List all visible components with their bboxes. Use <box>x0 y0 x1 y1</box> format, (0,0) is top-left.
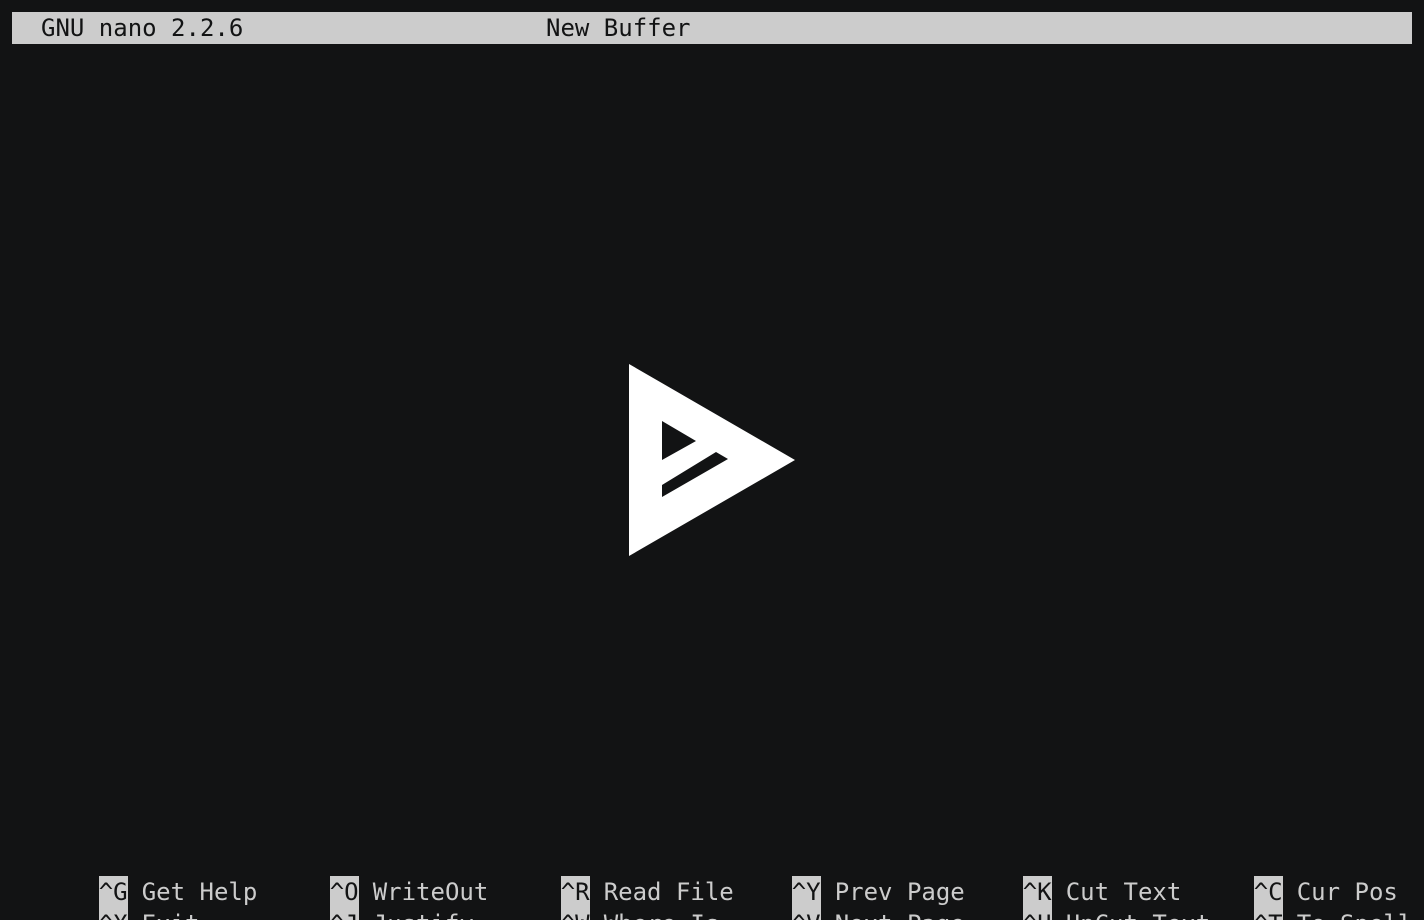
shortcut-next-page[interactable]: ^VNext Page <box>705 876 965 920</box>
shortcut-key: ^W <box>560 908 590 920</box>
shortcut-label: To Spell <box>1297 908 1413 920</box>
shortcut-key: ^V <box>791 908 821 920</box>
play-logo-icon <box>629 364 795 556</box>
shortcut-exit[interactable]: ^X Exit <box>12 876 200 920</box>
shortcut-key: ^T <box>1253 908 1283 920</box>
nano-version-label: GNU nano 2.2.6 <box>41 14 244 42</box>
editor-text-area[interactable] <box>12 44 1412 840</box>
shortcut-read-file[interactable]: ^R Read File <box>474 844 734 908</box>
shortcut-key: ^X <box>98 908 128 920</box>
shortcut-to-spell[interactable]: ^T To Spell <box>1167 876 1412 920</box>
shortcut-label: Justify <box>373 908 474 920</box>
shortcut-help-bar: ^G Get Help ^O WriteOut ^R Read File ^Y Prev… <box>12 844 1412 920</box>
nano-terminal-window: GNU nano 2.2.6 New Buffer ^G Get Help ^O W… <box>0 0 1424 920</box>
shortcut-key: ^J <box>329 908 359 920</box>
shortcut-label: Exit <box>142 908 200 920</box>
nano-title-bar: GNU nano 2.2.6 New Buffer <box>12 12 1412 44</box>
shortcut-prev-page[interactable]: ^Y Prev Page <box>705 844 965 908</box>
shortcut-cut-text[interactable]: ^K Cut Text <box>936 844 1181 908</box>
shortcut-writeout[interactable]: ^O WriteOut <box>243 844 488 908</box>
shortcut-label: Where Is <box>604 908 720 920</box>
shortcut-get-help[interactable]: ^G Get Help <box>12 844 257 908</box>
shortcut-cur-pos[interactable]: ^C Cur Pos <box>1167 844 1398 908</box>
shortcut-key: ^U <box>1022 908 1052 920</box>
shortcut-where-is[interactable]: ^W Where Is <box>474 876 719 920</box>
shortcut-justify[interactable]: ^J Justify <box>243 876 474 920</box>
buffer-name-label: New Buffer <box>546 14 691 42</box>
